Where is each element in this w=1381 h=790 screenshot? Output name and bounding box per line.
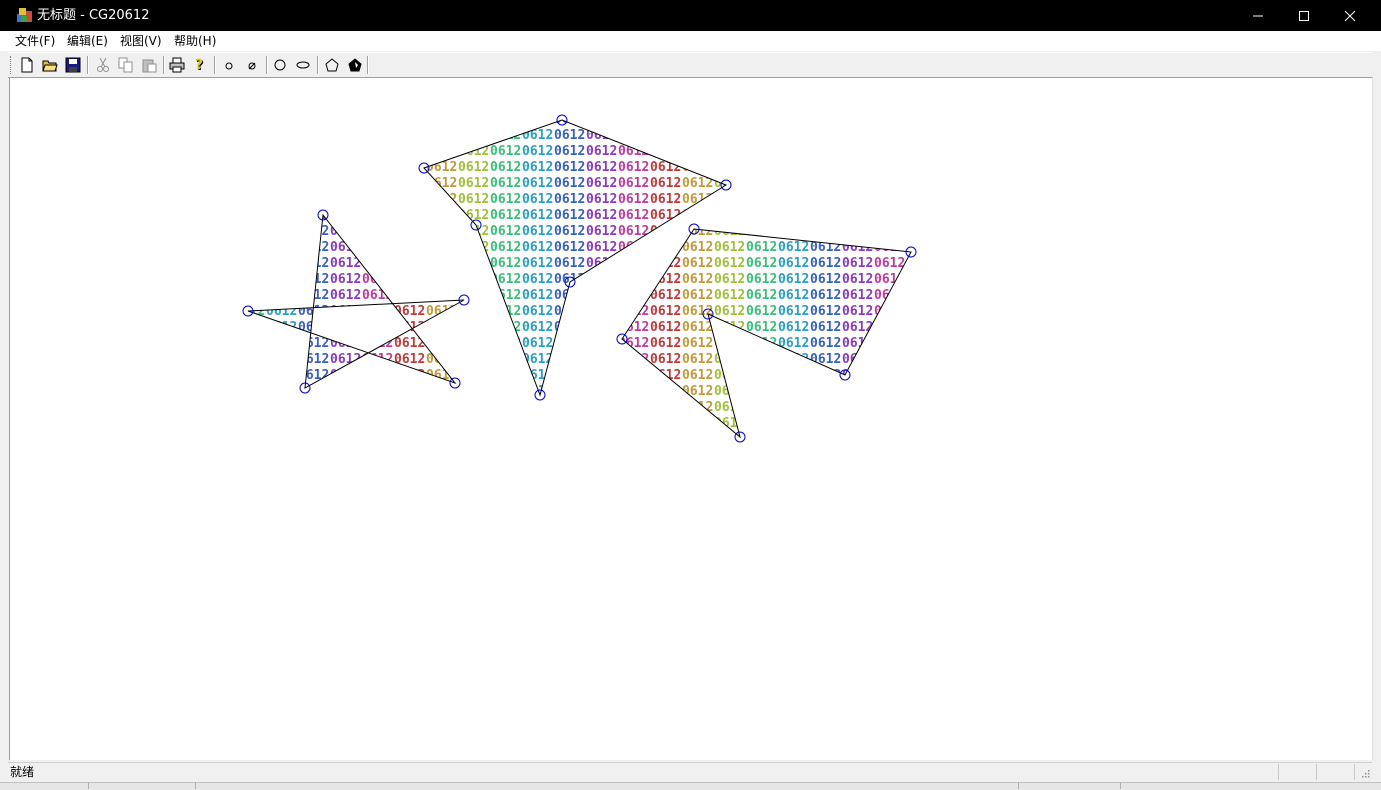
status-pane-num [1316, 764, 1353, 780]
close-icon [1344, 10, 1356, 22]
quad-polygon [621, 228, 912, 439]
app-icon [16, 7, 33, 24]
taskbar-divider [1120, 782, 1121, 789]
fill-polygon-icon [348, 58, 362, 72]
small-circle-icon [225, 62, 233, 70]
cut-button[interactable] [92, 55, 114, 75]
print-button[interactable] [166, 55, 188, 75]
help-button[interactable]: ?? [189, 55, 211, 75]
toolbar-separator [87, 56, 89, 74]
fill-polygon-button[interactable] [344, 55, 366, 75]
toolbar: ?? [8, 52, 1372, 78]
menu-bar: 文件(F) 编辑(E) 视图(V) 帮助(H) [0, 31, 1381, 51]
paste-icon [142, 59, 157, 73]
new-button[interactable] [16, 55, 38, 75]
window-title: 无标题 - CG20612 [37, 8, 150, 23]
toolbar-separator [317, 56, 319, 74]
toolbar-grip[interactable] [10, 56, 14, 74]
print-icon [169, 57, 185, 73]
maximize-button[interactable] [1281, 0, 1327, 31]
toolbar-separator [214, 56, 216, 74]
open-button[interactable] [39, 55, 61, 75]
title-bar[interactable]: 无标题 - CG20612 [0, 0, 1381, 31]
star-polygon [247, 213, 465, 389]
toolbar-separator [367, 56, 369, 74]
slashed-circle-icon [248, 62, 256, 70]
maximize-icon [1299, 11, 1309, 21]
circle-button[interactable] [269, 55, 291, 75]
open-icon [42, 60, 58, 72]
save-icon [65, 57, 81, 73]
status-pane-cap [1278, 764, 1315, 780]
svg-text:?: ? [195, 57, 203, 73]
minimize-button[interactable] [1235, 0, 1281, 31]
polygon-icon [325, 58, 339, 72]
menu-view[interactable]: 视图(V) [120, 33, 162, 49]
slashed-circle-button[interactable] [241, 55, 263, 75]
paste-button[interactable] [138, 55, 160, 75]
minimize-icon [1253, 15, 1263, 17]
ellipse-button[interactable] [292, 55, 314, 75]
polygon-button[interactable] [321, 55, 343, 75]
taskbar-divider [1018, 782, 1019, 789]
toolbar-separator [163, 56, 165, 74]
taskbar-divider [88, 782, 89, 789]
small-circle-button[interactable] [218, 55, 240, 75]
menu-file[interactable]: 文件(F) [15, 33, 55, 49]
circle-icon [274, 59, 286, 71]
menu-help[interactable]: 帮助(H) [174, 33, 216, 49]
ellipse-icon [296, 61, 310, 69]
canvas-drawing: 06120612061206120612061206120612 [242, 114, 917, 443]
copy-icon [118, 57, 133, 73]
new-icon [21, 57, 33, 73]
save-button[interactable] [62, 55, 84, 75]
resize-grip-icon[interactable] [1360, 768, 1370, 778]
status-bar: 就绪 [8, 762, 1372, 782]
help-icon: ?? [195, 57, 204, 73]
cut-icon [97, 57, 109, 72]
taskbar-divider [195, 782, 196, 789]
close-button[interactable] [1327, 0, 1373, 31]
menu-edit[interactable]: 编辑(E) [67, 33, 108, 49]
shapes-layer [242, 114, 917, 443]
drawing-canvas[interactable]: 06120612061206120612061206120612 [9, 77, 1373, 760]
status-text: 就绪 [10, 765, 35, 779]
copy-button[interactable] [115, 55, 137, 75]
toolbar-separator [266, 56, 268, 74]
